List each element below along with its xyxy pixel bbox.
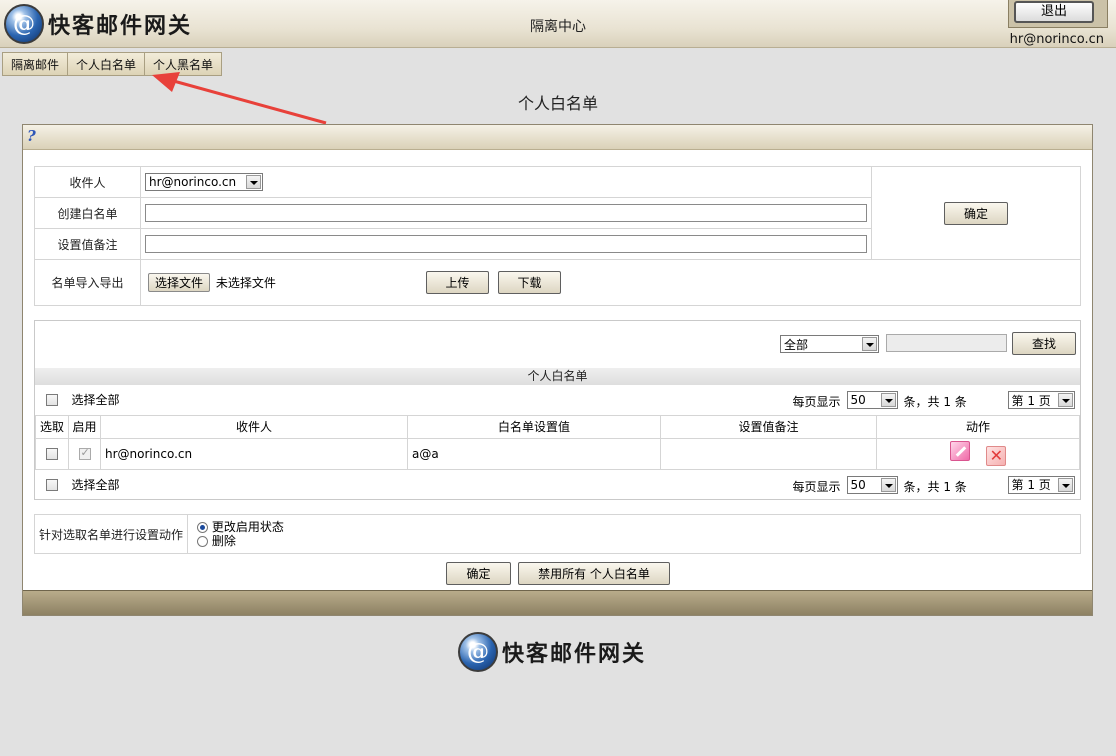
footer-logo-at-icon: @: [458, 632, 498, 672]
main-panel: ? 收件人 hr@norinco.cn 确定 创建白名单 设置值备注 名单导入导…: [22, 124, 1093, 616]
row-recipient: hr@norinco.cn: [100, 437, 408, 470]
panel-footer: [23, 590, 1092, 615]
page-title: 个人白名单: [517, 94, 598, 113]
disable-all-button[interactable]: 禁用所有 个人白名单: [518, 562, 670, 585]
user-email: hr@norinco.cn: [1009, 32, 1104, 47]
recipient-select[interactable]: hr@norinco.cn: [145, 173, 263, 191]
bulk-action-box: 针对选取名单进行设置动作 更改启用状态 删除: [34, 514, 1081, 554]
recipient-label: 收件人: [34, 166, 141, 198]
row-enabled-checkbox[interactable]: [78, 446, 91, 460]
select-all-label-bottom: 选择全部: [71, 477, 120, 492]
col-header-enabled: 启用: [68, 414, 101, 439]
create-whitelist-input[interactable]: [145, 204, 867, 222]
note-input[interactable]: [145, 235, 867, 253]
footer-logo-text: 快客邮件网关: [502, 642, 647, 667]
chevron-down-icon[interactable]: [880, 393, 896, 407]
count-text-bottom: 条，共 1 条: [903, 479, 967, 494]
create-confirm-button[interactable]: 确定: [944, 201, 1008, 225]
search-row: 全部 查找: [35, 321, 1080, 368]
per-page-value-bottom: 50: [850, 477, 866, 492]
header-title: 隔离中心: [530, 19, 586, 35]
panel-header: ?: [23, 125, 1092, 150]
per-page-label-bottom: 每页显示: [792, 479, 841, 494]
list-title: 个人白名单: [35, 368, 1080, 385]
page-value-bottom: 第 1 页: [1011, 478, 1051, 492]
per-page-select-bottom[interactable]: 50: [846, 475, 898, 494]
recipient-select-value: hr@norinco.cn: [149, 175, 237, 189]
radio-delete[interactable]: [197, 536, 208, 547]
whitelist-list-box: 全部 查找 个人白名单 选择全部 每页显示 50 条，共 1 条 第 1 页 选…: [34, 320, 1081, 500]
table-row: hr@norinco.cn a@a ✕: [35, 437, 1080, 470]
header-bar: @ 快客邮件网关 隔离中心 退出 hr@norinco.cn: [0, 0, 1116, 48]
radio-change-status[interactable]: [197, 522, 208, 533]
import-export-label: 名单导入导出: [34, 259, 141, 306]
upload-button[interactable]: 上传: [426, 271, 489, 294]
footer-logo: @ 快客邮件网关: [458, 632, 646, 672]
bulk-action-label: 针对选取名单进行设置动作: [34, 514, 188, 554]
delete-icon[interactable]: ✕: [986, 446, 1007, 466]
choose-file-button[interactable]: 选择文件: [148, 273, 210, 292]
col-header-value: 白名单设置值: [407, 414, 661, 439]
per-page-select-top[interactable]: 50: [846, 391, 898, 409]
tab-personal-blacklist[interactable]: 个人黑名单: [144, 52, 223, 76]
page-value-top: 第 1 页: [1011, 393, 1051, 408]
chevron-down-icon[interactable]: [246, 175, 261, 189]
select-all-label-top: 选择全部: [71, 393, 120, 408]
chevron-down-icon[interactable]: [1057, 477, 1073, 492]
option-delete-label: 删除: [211, 534, 236, 548]
no-file-text: 未选择文件: [215, 276, 276, 290]
tab-personal-whitelist[interactable]: 个人白名单: [67, 52, 146, 76]
col-header-action: 动作: [876, 414, 1080, 439]
option-change-status[interactable]: 更改启用状态: [197, 520, 1080, 534]
note-label: 设置值备注: [34, 228, 141, 260]
option-change-status-label: 更改启用状态: [211, 520, 284, 534]
filter-select[interactable]: 全部: [780, 335, 879, 353]
download-button[interactable]: 下载: [498, 271, 561, 294]
col-header-recipient: 收件人: [100, 414, 408, 439]
whitelist-table: 选择全部 每页显示 50 条，共 1 条 第 1 页 选取 启用 收件人 白名单…: [35, 385, 1080, 499]
page-select-top[interactable]: 第 1 页: [1007, 391, 1075, 409]
bulk-confirm-button[interactable]: 确定: [446, 562, 511, 585]
chevron-down-icon[interactable]: [880, 477, 896, 492]
whitelist-form: 收件人 hr@norinco.cn 确定 创建白名单 设置值备注 名单导入导出 …: [34, 166, 1081, 306]
option-delete[interactable]: 删除: [197, 534, 1080, 548]
per-page-label-top: 每页显示: [792, 395, 841, 409]
select-all-checkbox-bottom[interactable]: [46, 478, 58, 491]
row-note: [660, 437, 877, 470]
chevron-down-icon[interactable]: [862, 337, 877, 351]
col-header-note: 设置值备注: [660, 414, 877, 439]
chevron-down-icon[interactable]: [1057, 393, 1073, 407]
create-whitelist-label: 创建白名单: [34, 197, 141, 229]
col-header-select: 选取: [35, 414, 69, 439]
count-text-top: 条，共 1 条: [903, 395, 967, 409]
nav-tabs: 隔离邮件 个人白名单 个人黑名单: [2, 52, 223, 76]
row-select-checkbox[interactable]: [46, 448, 58, 460]
help-icon[interactable]: ?: [27, 127, 36, 145]
select-all-checkbox-top[interactable]: [46, 394, 58, 407]
page-select-bottom[interactable]: 第 1 页: [1007, 475, 1075, 494]
edit-icon[interactable]: [949, 441, 970, 461]
row-whitelist-value: a@a: [407, 437, 661, 470]
tab-quarantine-mail[interactable]: 隔离邮件: [2, 52, 69, 76]
exit-button[interactable]: 退出: [1014, 1, 1094, 23]
search-input[interactable]: [886, 334, 1007, 352]
search-button[interactable]: 查找: [1012, 332, 1076, 355]
filter-select-value: 全部: [784, 337, 809, 352]
per-page-value-top: 50: [850, 393, 866, 407]
